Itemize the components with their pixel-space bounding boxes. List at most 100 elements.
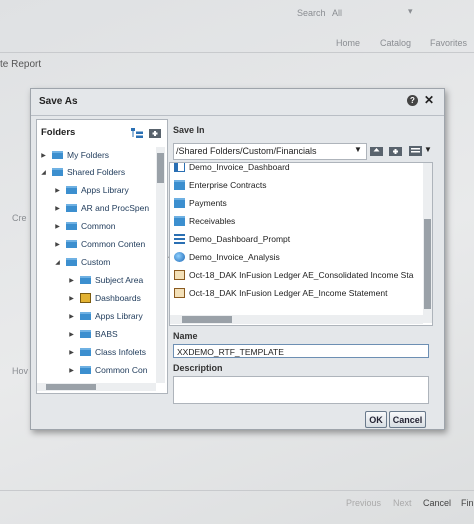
folder-tree: ▶ My Folders ◢ Shared Folders ▶ Apps Librar… <box>37 147 155 382</box>
list-item[interactable]: Payments <box>174 195 227 211</box>
expand-icon[interactable]: ▶ <box>67 367 76 374</box>
tree-item-ar-procspend[interactable]: ▶ AR and ProcSpen <box>53 200 149 216</box>
tree-item-common[interactable]: ▶ Common <box>53 218 115 234</box>
tree-item-apps-library-custom[interactable]: ▶ Apps Library <box>67 308 143 324</box>
folder-icon <box>66 240 77 248</box>
list-item[interactable]: Enterprise Contracts <box>174 177 266 193</box>
list-item[interactable]: Oct-18_DAK InFusion Ledger AE_Income Sta… <box>174 285 387 301</box>
folders-horizontal-scrollbar[interactable] <box>37 383 156 391</box>
list-item-label: Oct-18_DAK InFusion Ledger AE_Income Sta… <box>189 288 388 298</box>
folders-pane: Folders ▶ My Folders ◢ Shared Folders ▶ App… <box>36 119 168 394</box>
tree-item-label: AR and ProcSpen <box>81 203 150 213</box>
scroll-thumb[interactable] <box>157 153 164 183</box>
save-as-dialog: Save As ? ✕ Folders ▶ My Folders ◢ Shared … <box>30 88 445 430</box>
expand-icon[interactable]: ▶ <box>67 277 76 284</box>
name-input[interactable]: XXDEMO_RTF_TEMPLATE <box>173 344 429 358</box>
expand-icon[interactable]: ▶ <box>39 152 48 159</box>
page-title: te Report <box>0 59 42 70</box>
new-folder-icon[interactable] <box>149 128 161 138</box>
side-text-how: Hov <box>12 366 29 376</box>
tree-item-label: My Folders <box>67 150 110 160</box>
tree-item-dashboards[interactable]: ▶ Dashboards <box>67 290 141 306</box>
collapse-icon[interactable]: ◢ <box>53 259 62 266</box>
tree-item-label: Common Conten <box>81 239 146 249</box>
tree-item-apps-library[interactable]: ▶ Apps Library <box>53 182 129 198</box>
tree-item-label: BABS <box>95 329 118 339</box>
expand-icon[interactable]: ▶ <box>53 187 62 194</box>
chevron-down-icon[interactable]: ▼ <box>354 145 362 154</box>
tree-item-common-content[interactable]: ▶ Common Conten <box>53 236 145 252</box>
cancel-button[interactable]: Cancel <box>389 411 426 428</box>
description-textarea[interactable] <box>173 376 429 404</box>
nav-catalog[interactable]: Catalog <box>380 38 411 48</box>
nav-favorites[interactable]: Favorites <box>430 38 467 48</box>
tree-view-icon[interactable] <box>131 128 143 138</box>
tree-item-label: Apps Library <box>81 185 129 195</box>
side-text-create: Cre <box>12 213 27 223</box>
folder-icon <box>174 180 185 190</box>
tree-item-label: Dashboards <box>95 293 141 303</box>
dashboard-icon <box>174 163 185 172</box>
new-folder-icon[interactable] <box>389 145 402 156</box>
expand-icon[interactable]: ▶ <box>53 223 62 230</box>
go-up-folder-icon[interactable] <box>370 145 383 156</box>
tree-item-babs[interactable]: ▶ BABS <box>67 326 118 342</box>
folder-icon <box>174 216 185 226</box>
search-scope[interactable]: All <box>332 8 342 18</box>
folder-icon <box>66 222 77 230</box>
expand-icon[interactable]: ▶ <box>67 313 76 320</box>
ok-button[interactable]: OK <box>365 411 387 428</box>
close-icon[interactable]: ✕ <box>424 93 434 107</box>
expand-icon[interactable]: ▶ <box>53 241 62 248</box>
collapse-icon[interactable]: ◢ <box>39 169 48 176</box>
folders-vertical-scrollbar[interactable] <box>156 147 165 383</box>
cancel-wizard-button[interactable]: Cancel <box>423 498 451 508</box>
name-label: Name <box>173 331 198 341</box>
previous-button[interactable]: Previous <box>346 498 381 508</box>
tree-item-subject-area[interactable]: ▶ Subject Area <box>67 272 143 288</box>
folder-icon <box>66 258 77 266</box>
list-item[interactable]: Receivables <box>174 213 235 229</box>
file-list-vertical-scrollbar[interactable] <box>423 163 432 323</box>
tree-item-label: Shared Folders <box>67 167 126 177</box>
save-in-path-select[interactable]: /Shared Folders/Custom/Financials <box>173 143 367 160</box>
save-in-label: Save In <box>173 125 205 135</box>
list-item[interactable]: Demo_Invoice_Analysis <box>174 249 280 265</box>
tree-item-shared-folders[interactable]: ◢ Shared Folders <box>39 164 125 180</box>
tree-item-class-infolets[interactable]: ▶ Class Infolets <box>67 344 146 360</box>
expand-icon[interactable]: ▶ <box>53 205 62 212</box>
list-item[interactable]: Demo_Dashboard_Prompt <box>174 231 290 247</box>
tree-item-custom[interactable]: ◢ Custom <box>53 254 110 270</box>
scroll-thumb[interactable] <box>182 316 232 323</box>
list-item-label: Demo_Dashboard_Prompt <box>189 234 291 244</box>
folders-header: Folders <box>41 127 76 138</box>
folder-icon <box>66 204 77 212</box>
folder-icon <box>66 186 77 194</box>
chevron-down-icon[interactable]: ▾ <box>408 6 413 17</box>
tree-item-label: Subject Area <box>95 275 144 285</box>
view-menu-chevron-icon[interactable]: ▼ <box>424 145 432 154</box>
list-item[interactable]: Oct-18_DAK InFusion Ledger AE_Consolidat… <box>174 267 413 283</box>
folder-icon <box>52 151 63 159</box>
scroll-thumb[interactable] <box>424 219 431 309</box>
report-icon <box>174 270 185 280</box>
question-circle-icon[interactable]: ? <box>407 95 418 106</box>
title-divider <box>31 115 444 116</box>
expand-icon[interactable]: ▶ <box>67 295 76 302</box>
tree-item-common-con[interactable]: ▶ Common Con <box>67 362 147 378</box>
description-label: Description <box>173 363 223 373</box>
expand-icon[interactable]: ▶ <box>67 349 76 356</box>
prompt-icon <box>174 234 185 244</box>
report-icon <box>174 288 185 298</box>
expand-icon[interactable]: ▶ <box>67 331 76 338</box>
view-menu-icon[interactable] <box>409 145 422 156</box>
next-button[interactable]: Next <box>393 498 412 508</box>
file-list-horizontal-scrollbar[interactable] <box>170 315 423 324</box>
footer-divider <box>0 490 474 491</box>
finish-button[interactable]: Fin <box>461 498 474 508</box>
tree-item-my-folders[interactable]: ▶ My Folders <box>39 147 109 163</box>
nav-home[interactable]: Home <box>336 38 360 48</box>
list-item[interactable]: Demo_Invoice_Dashboard <box>174 163 290 175</box>
dashboard-folder-icon <box>80 293 91 303</box>
scroll-thumb[interactable] <box>46 384 96 390</box>
